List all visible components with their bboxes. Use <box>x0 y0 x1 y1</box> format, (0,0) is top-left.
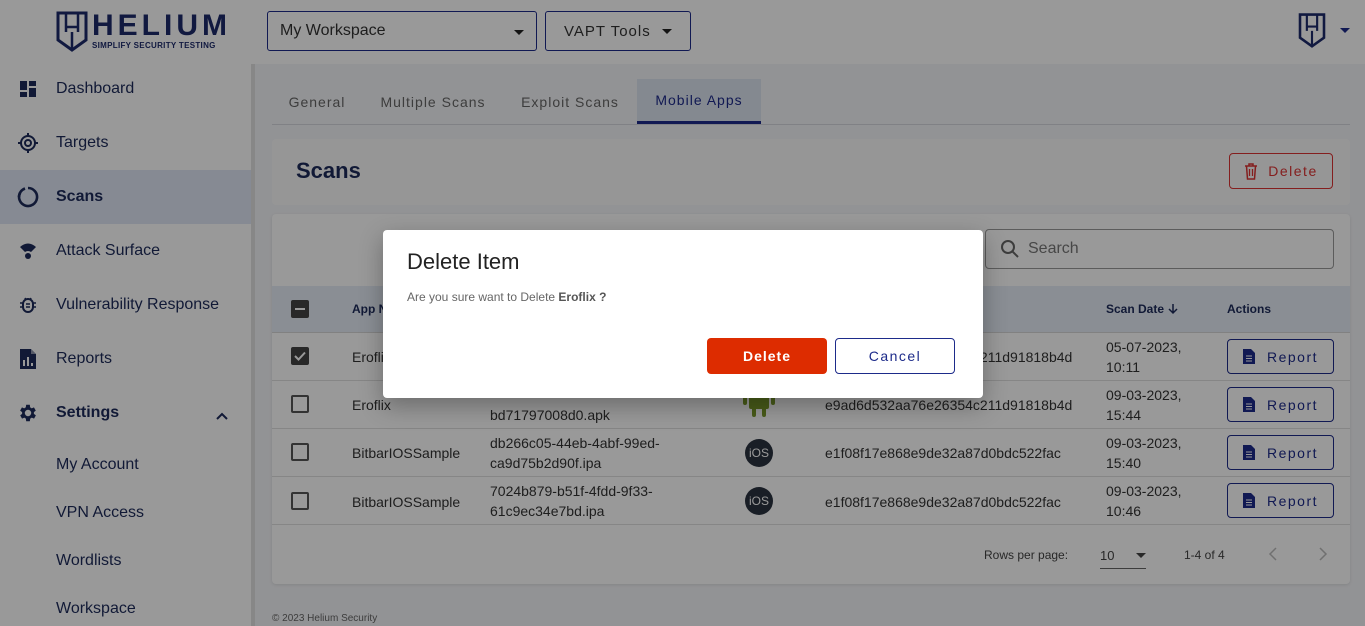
cancel-button[interactable]: Cancel <box>835 338 955 374</box>
dialog-message: Are you sure want to Delete Eroflix ? <box>407 290 607 304</box>
dialog-title: Delete Item <box>407 249 520 274</box>
confirm-delete-button[interactable]: Delete <box>707 338 827 374</box>
delete-confirm-dialog: Delete Item Are you sure want to Delete … <box>383 230 983 398</box>
dialog-item-name: Eroflix ? <box>558 290 607 304</box>
